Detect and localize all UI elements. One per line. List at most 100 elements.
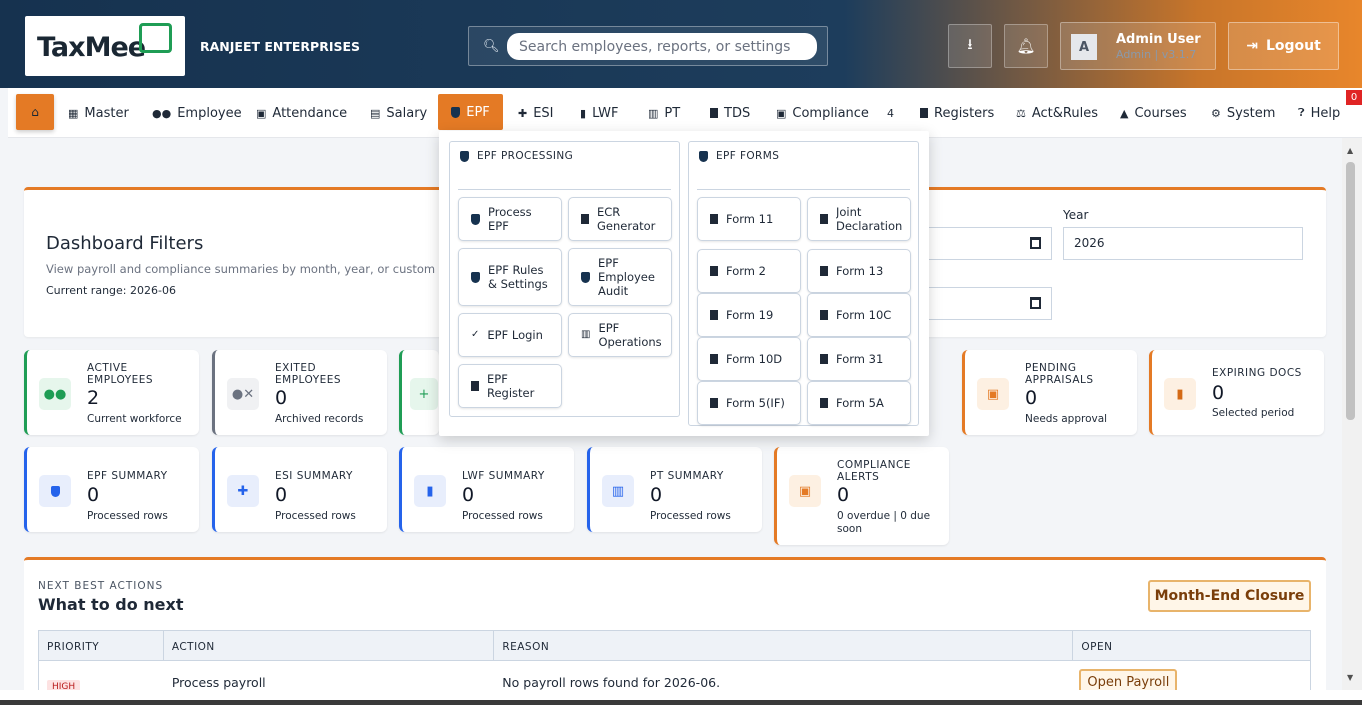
form-2-item[interactable]: Form 2 bbox=[697, 249, 801, 293]
calendar-icon[interactable] bbox=[1030, 237, 1041, 249]
to-date-input[interactable] bbox=[928, 287, 1052, 320]
epf-login-item[interactable]: ✓ EPF Login bbox=[458, 313, 562, 357]
epf-employee-audit-item[interactable]: EPF Employee Audit bbox=[568, 248, 672, 306]
menu-item-label: EPF Employee Audit bbox=[598, 256, 655, 298]
calendar-icon: ▣ bbox=[977, 378, 1009, 410]
ecr-generator-item[interactable]: ECR Generator bbox=[568, 197, 672, 241]
card-expiring-docs[interactable]: ▮ EXPIRING DOCS 0 Selected period bbox=[1149, 350, 1324, 435]
nav-item-registers[interactable]: Registers bbox=[920, 88, 994, 138]
download-button[interactable]: ⭳ bbox=[948, 24, 992, 68]
shield-icon bbox=[699, 150, 708, 162]
logout-label: Logout bbox=[1265, 38, 1321, 54]
card-epf-summary[interactable]: EPF SUMMARY 0 Processed rows bbox=[24, 447, 199, 532]
menu-item-label: Form 10D bbox=[726, 352, 783, 366]
card-value: 0 bbox=[837, 484, 850, 506]
app-header: TaxMee RANJEET ENTERPRISES 🔍︎ ⭳ 🔔︎ A Adm… bbox=[0, 0, 1362, 88]
column-header[interactable]: OPEN bbox=[1073, 631, 1310, 660]
search-input[interactable] bbox=[507, 33, 817, 60]
logout-icon: ⇥ bbox=[1246, 38, 1258, 54]
user-name: Admin User bbox=[1116, 32, 1201, 47]
nav-item-courses[interactable]: ▲ Courses bbox=[1120, 88, 1187, 138]
card-esi-summary[interactable]: ✚ ESI SUMMARY 0 Processed rows bbox=[212, 447, 387, 532]
epf-forms-panel: EPF FORMS Form 11 Joint Declaration Form… bbox=[688, 141, 919, 426]
menu-item-label: Form 5A bbox=[836, 396, 884, 410]
nav-item-system[interactable]: ⚙ System bbox=[1211, 88, 1275, 138]
briefcase-icon: ▥ bbox=[581, 329, 591, 340]
menu-item-label: EPF Rules & Settings bbox=[488, 263, 548, 291]
card-partially-hidden[interactable]: + bbox=[399, 350, 439, 435]
column-header[interactable]: REASON bbox=[494, 631, 1074, 660]
scroll-down-icon[interactable]: ▼ bbox=[1347, 673, 1353, 682]
card-active-employees[interactable]: ●● ACTIVE EMPLOYEES 2 Current workforce bbox=[24, 350, 199, 435]
taxmee-logo[interactable]: TaxMee bbox=[25, 16, 185, 76]
card-label: EXITED EMPLOYEES bbox=[275, 362, 342, 386]
month-end-closure-button[interactable]: Month-End Closure bbox=[1148, 580, 1311, 612]
check-icon: ✓ bbox=[471, 329, 480, 340]
card-value: 0 bbox=[87, 484, 100, 506]
bookmark-icon: ▮ bbox=[414, 475, 446, 507]
card-sub: Needs approval bbox=[1025, 413, 1108, 425]
nav-item-salary[interactable]: ▤ Salary bbox=[370, 88, 427, 138]
scroll-thumb[interactable] bbox=[1346, 162, 1355, 420]
card-sub: Processed rows bbox=[87, 510, 168, 522]
nav-item-attendance[interactable]: ▣ Attendance bbox=[256, 88, 347, 138]
users-icon: ●● bbox=[39, 378, 71, 410]
file-icon bbox=[820, 354, 828, 364]
year-input[interactable]: 2026 bbox=[1063, 227, 1303, 260]
epf-register-item[interactable]: EPF Register bbox=[458, 364, 562, 408]
building-icon: ▦ bbox=[68, 106, 79, 120]
column-header[interactable]: PRIORITY bbox=[39, 631, 164, 660]
process-epf-item[interactable]: Process EPF bbox=[458, 197, 562, 241]
form-5a-item[interactable]: Form 5A bbox=[807, 381, 911, 425]
form-31-item[interactable]: Form 31 bbox=[807, 337, 911, 381]
file-icon bbox=[820, 398, 828, 408]
nav-label: Employee bbox=[177, 105, 242, 121]
divider bbox=[458, 189, 671, 190]
nav-item-master[interactable]: ▦ Master bbox=[68, 88, 129, 138]
card-sub: Processed rows bbox=[462, 510, 543, 522]
filters-subtitle: View payroll and compliance summaries by… bbox=[46, 262, 465, 276]
joint-declaration-item[interactable]: Joint Declaration bbox=[807, 197, 911, 241]
column-header[interactable]: ACTION bbox=[164, 631, 495, 660]
nav-item-epf[interactable]: EPF bbox=[438, 94, 503, 130]
form-19-item[interactable]: Form 19 bbox=[697, 293, 801, 337]
file-icon bbox=[820, 266, 828, 276]
user-menu[interactable]: A Admin User Admin | v3.1.7 bbox=[1060, 22, 1216, 70]
card-lwf-summary[interactable]: ▮ LWF SUMMARY 0 Processed rows bbox=[399, 447, 574, 532]
calendar-icon[interactable] bbox=[1030, 297, 1041, 309]
briefcase-icon: ▥ bbox=[602, 475, 634, 507]
card-pt-summary[interactable]: ▥ PT SUMMARY 0 Processed rows bbox=[587, 447, 762, 532]
file-icon bbox=[820, 310, 828, 320]
card-value: 0 bbox=[275, 387, 288, 409]
form-5if-item[interactable]: Form 5(IF) bbox=[697, 381, 801, 425]
card-compliance-alerts[interactable]: ▣ COMPLIANCE ALERTS 0 0 overdue | 0 due … bbox=[774, 447, 949, 545]
nav-item-act-rules[interactable]: ⚖ Act&Rules bbox=[1016, 88, 1098, 138]
scroll-up-icon[interactable]: ▲ bbox=[1347, 146, 1353, 155]
nav-label: Attendance bbox=[272, 105, 348, 121]
page-scrollbar[interactable]: ▲ ▼ bbox=[1342, 138, 1362, 690]
logo-chart-icon bbox=[139, 23, 172, 53]
nav-item-employee[interactable]: ●● Employee bbox=[152, 88, 242, 138]
epf-operations-item[interactable]: ▥ EPF Operations bbox=[568, 313, 672, 357]
shield-icon bbox=[581, 271, 590, 283]
search-icon: 🔍︎ bbox=[483, 39, 500, 54]
card-label: COMPLIANCE ALERTS bbox=[837, 459, 911, 483]
card-pending-appraisals[interactable]: ▣ PENDING APPRAISALS 0 Needs approval bbox=[962, 350, 1137, 435]
form-10d-item[interactable]: Form 10D bbox=[697, 337, 801, 381]
nav-home-button[interactable]: ⌂ bbox=[16, 94, 54, 130]
form-10c-item[interactable]: Form 10C bbox=[807, 293, 911, 337]
logout-button[interactable]: ⇥ Logout bbox=[1228, 22, 1339, 70]
notifications-button[interactable]: 🔔︎ bbox=[1004, 24, 1048, 68]
from-date-input[interactable] bbox=[928, 227, 1052, 260]
card-sub: Archived records bbox=[275, 413, 364, 425]
file-icon bbox=[710, 310, 718, 320]
epf-rules-settings-item[interactable]: EPF Rules & Settings bbox=[458, 248, 562, 306]
nav-item-help[interactable]: ❓︎ Help bbox=[1298, 88, 1340, 138]
question-icon: ❓︎ bbox=[1298, 106, 1305, 119]
file-icon bbox=[710, 398, 718, 408]
form-11-item[interactable]: Form 11 bbox=[697, 197, 801, 241]
card-label: EXPIRING DOCS bbox=[1212, 367, 1302, 379]
card-label: PT SUMMARY bbox=[650, 470, 724, 482]
card-exited-employees[interactable]: ●✕ EXITED EMPLOYEES 0 Archived records bbox=[212, 350, 387, 435]
form-13-item[interactable]: Form 13 bbox=[807, 249, 911, 293]
